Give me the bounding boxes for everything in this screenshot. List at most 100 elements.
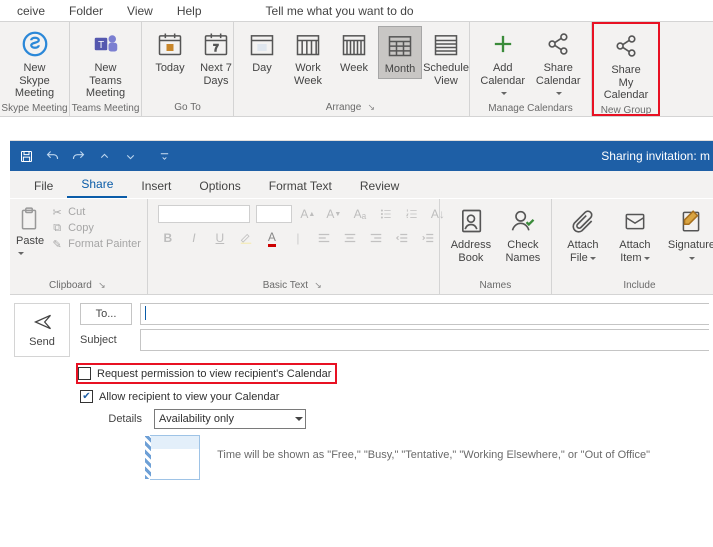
undo-icon[interactable]	[44, 148, 60, 164]
align-right-icon	[366, 229, 386, 247]
add-calendar-button[interactable]: Add Calendar	[476, 26, 530, 102]
tell-me[interactable]: Tell me what you want to do	[214, 4, 438, 18]
next-7-days-button[interactable]: 7 Next 7 Days	[194, 26, 238, 89]
window-title: Sharing invitation: m	[601, 149, 713, 163]
address-book-button[interactable]: Address Book	[446, 203, 496, 266]
group-go-to: Go To	[142, 101, 233, 116]
allow-recipient-label: Allow recipient to view your Calendar	[99, 391, 279, 403]
subject-input[interactable]	[140, 329, 709, 351]
check-names-button[interactable]: Check Names	[498, 203, 548, 266]
font-family-select	[158, 205, 250, 223]
check-names-icon	[507, 205, 539, 237]
group-clipboard: Clipboard	[49, 280, 92, 291]
group-teams-meeting: Teams Meeting	[70, 102, 141, 117]
bullets-icon	[376, 205, 396, 223]
calendar-today-icon	[154, 28, 186, 60]
share-my-calendar-icon	[610, 30, 642, 62]
group-arrange: Arrange	[326, 102, 362, 113]
day-button[interactable]: Day	[240, 26, 284, 77]
copy-button: ⧉Copy	[50, 221, 141, 235]
calendar-schedule-icon	[430, 28, 462, 60]
paste-button[interactable]: Paste	[16, 203, 44, 259]
italic-icon: I	[184, 229, 204, 247]
qat-button-1-icon[interactable]	[96, 148, 112, 164]
work-week-button[interactable]: Work Week	[286, 26, 330, 89]
attach-file-icon	[567, 205, 599, 237]
font-color-icon: A	[262, 229, 282, 247]
month-button[interactable]: Month	[378, 26, 422, 79]
format-painter-button: ✎Format Painter	[50, 237, 141, 251]
group-skype-meeting: Skype Meeting	[0, 102, 69, 117]
freebusy-text: Time will be shown as "Free," "Busy," "T…	[217, 449, 650, 461]
menu-help[interactable]: Help	[165, 4, 214, 18]
request-permission-label: Request permission to view recipient's C…	[97, 368, 331, 380]
tab-format-text[interactable]: Format Text	[255, 173, 346, 198]
indent-icon	[418, 229, 438, 247]
calendar-workweek-icon	[292, 28, 324, 60]
allow-recipient-checkbox[interactable]	[80, 390, 93, 403]
align-left-icon	[314, 229, 334, 247]
today-button[interactable]: Today	[148, 26, 192, 77]
qat-button-2-icon[interactable]	[122, 148, 138, 164]
chevron-down-icon	[295, 417, 303, 425]
tab-file[interactable]: File	[20, 173, 67, 198]
calendar-day-icon	[246, 28, 278, 60]
new-teams-meeting-button[interactable]: T New Teams Meeting	[76, 26, 135, 102]
new-skype-meeting-button[interactable]: New Skype Meeting	[6, 26, 63, 102]
menu-view[interactable]: View	[115, 4, 165, 18]
numbering-icon	[402, 205, 422, 223]
send-icon	[30, 312, 54, 332]
week-button[interactable]: Week	[332, 26, 376, 77]
highlight-icon	[236, 229, 256, 247]
tab-share[interactable]: Share	[67, 171, 127, 198]
font-size-select	[256, 205, 292, 223]
schedule-view-button[interactable]: Schedule View	[424, 26, 468, 89]
basictext-launcher-icon[interactable]: ↘	[312, 279, 324, 291]
attach-item-button[interactable]: Attach Item	[610, 203, 660, 266]
tab-review[interactable]: Review	[346, 173, 413, 198]
shrink-font-icon: A▼	[324, 205, 344, 223]
group-new-group: New Group	[594, 104, 658, 119]
teams-icon: T	[90, 28, 122, 60]
tab-insert[interactable]: Insert	[127, 173, 185, 198]
bulb-icon	[226, 4, 250, 18]
tab-options[interactable]: Options	[185, 173, 254, 198]
svg-text:T: T	[97, 40, 103, 51]
cut-button: ✂Cut	[50, 205, 141, 219]
redo-icon[interactable]	[70, 148, 86, 164]
align-center-icon	[340, 229, 360, 247]
attach-item-icon	[619, 205, 651, 237]
grow-font-icon: A▲	[298, 205, 318, 223]
subject-label: Subject	[80, 334, 132, 346]
calendar-7days-icon: 7	[200, 28, 232, 60]
address-book-icon	[455, 205, 487, 237]
group-names: Names	[440, 279, 551, 294]
group-manage-calendars: Manage Calendars	[470, 102, 591, 117]
share-my-calendar-button[interactable]: Share My Calendar	[600, 28, 652, 104]
share-calendar-button[interactable]: Share Calendar	[532, 26, 586, 102]
to-button[interactable]: To...	[80, 303, 132, 325]
share-calendar-icon	[542, 28, 574, 60]
svg-text:7: 7	[213, 43, 218, 53]
underline-icon: U	[210, 229, 230, 247]
qat-customize-icon[interactable]	[156, 148, 172, 164]
to-input[interactable]	[140, 303, 709, 325]
attach-file-button[interactable]: Attach File	[558, 203, 608, 266]
painter-icon: ✎	[50, 237, 64, 251]
clipboard-launcher-icon[interactable]: ↘	[96, 279, 108, 291]
cut-icon: ✂	[50, 205, 64, 219]
signature-button[interactable]: Signature	[662, 203, 713, 266]
details-combo[interactable]: Availability only	[154, 409, 306, 429]
skype-icon	[19, 28, 51, 60]
arrange-launcher-icon[interactable]: ↘	[365, 101, 377, 113]
calendar-month-icon	[384, 29, 416, 61]
outdent-icon	[392, 229, 412, 247]
send-button[interactable]: Send	[14, 303, 70, 357]
request-permission-checkbox[interactable]	[78, 367, 91, 380]
calendar-week-icon	[338, 28, 370, 60]
paste-icon	[16, 205, 44, 233]
save-icon[interactable]	[18, 148, 34, 164]
menu-receive[interactable]: ceive	[5, 4, 57, 18]
menu-folder[interactable]: Folder	[57, 4, 115, 18]
details-label: Details	[102, 413, 142, 425]
